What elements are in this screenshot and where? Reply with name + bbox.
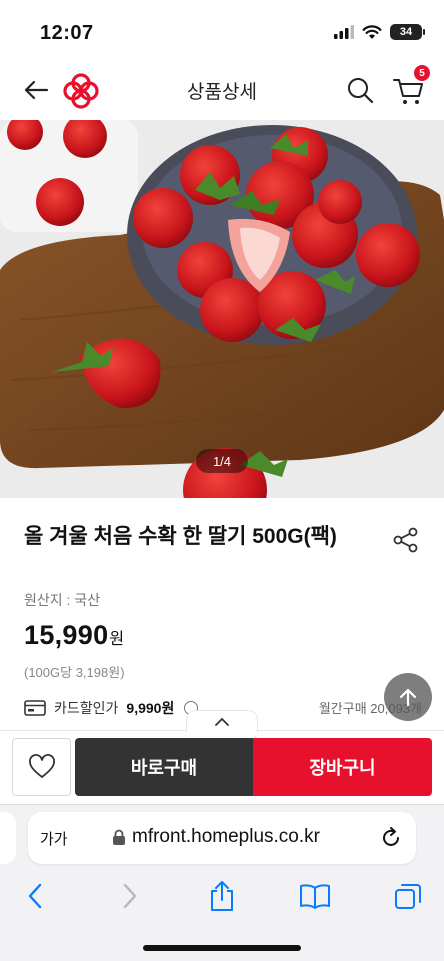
address-bar[interactable]: 가가 mfront.homeplus.co.kr	[28, 812, 416, 864]
share-sheet-button[interactable]	[204, 878, 240, 914]
search-icon[interactable]	[344, 74, 376, 106]
status-bar: 12:07 34	[0, 0, 444, 60]
arrow-up-icon	[399, 688, 417, 707]
lock-icon	[113, 829, 125, 845]
status-icons: 34	[334, 24, 425, 40]
wishlist-button[interactable]	[12, 738, 71, 796]
url-text: mfront.homeplus.co.kr	[132, 826, 320, 847]
chevron-up-icon	[215, 717, 229, 726]
strawberry-photo	[0, 120, 444, 498]
chevron-left-icon	[28, 883, 42, 909]
book-icon	[300, 884, 330, 909]
previous-tab-peek[interactable]	[0, 812, 16, 864]
expand-options-tab[interactable]	[186, 710, 258, 732]
tabs-button[interactable]	[390, 878, 426, 914]
card-discount-row: 카드할인가 9,990원	[24, 698, 199, 718]
reload-icon[interactable]	[378, 825, 404, 851]
browser-forward-button[interactable]	[112, 878, 148, 914]
cellular-signal-icon	[334, 25, 354, 39]
share-sheet-icon	[211, 881, 233, 911]
home-indicator[interactable]	[143, 945, 301, 951]
browser-toolbar	[0, 876, 444, 916]
share-icon[interactable]	[392, 526, 420, 554]
page-title: 상품상세	[187, 82, 257, 103]
price-row: 15,990 원	[24, 620, 124, 651]
heart-icon	[28, 754, 55, 778]
cart-count-badge: 5	[414, 65, 430, 81]
card-discount-price: 9,990원	[126, 700, 175, 716]
scroll-to-top-button[interactable]	[384, 673, 432, 721]
unit-price: (100G당 3,198원)	[24, 665, 125, 680]
price-unit: 원	[109, 631, 125, 648]
buy-now-button[interactable]: 바로구매	[75, 738, 253, 796]
app-header: 상품상세	[0, 60, 444, 120]
text-size-button[interactable]: 가가	[40, 828, 68, 849]
product-origin: 원산지 : 국산	[24, 592, 101, 608]
credit-card-icon	[24, 700, 46, 716]
bookmarks-button[interactable]	[297, 878, 333, 914]
battery-icon: 34	[390, 24, 425, 40]
wifi-icon	[362, 24, 382, 39]
product-image[interactable]	[0, 120, 444, 498]
tabs-icon	[395, 884, 421, 909]
product-price: 15,990	[24, 620, 109, 650]
browser-back-button[interactable]	[17, 878, 53, 914]
product-title: 올 겨울 처음 수확 한 딸기 500G(팩)	[24, 525, 337, 548]
chevron-right-icon	[123, 883, 137, 909]
image-counter: 1/4	[196, 449, 248, 473]
card-discount-label: 카드할인가	[54, 700, 119, 716]
status-time: 12:07	[40, 22, 94, 44]
add-to-cart-button[interactable]: 장바구니	[253, 738, 432, 796]
